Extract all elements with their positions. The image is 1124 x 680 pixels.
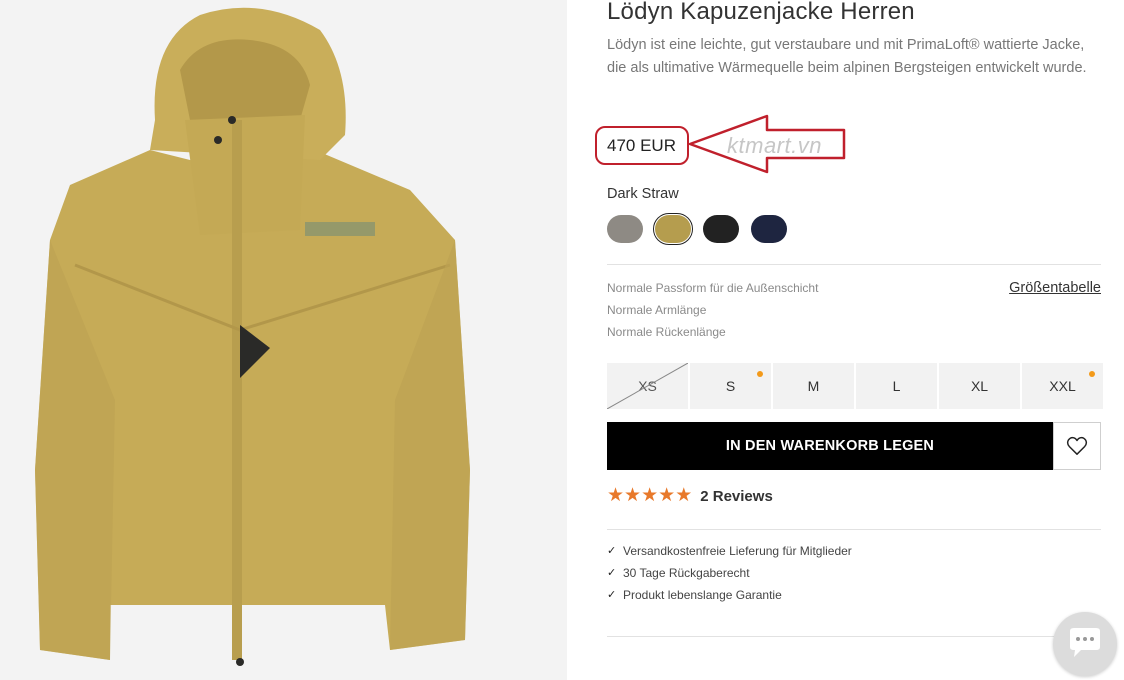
color-swatches: [607, 213, 787, 245]
product-image[interactable]: [0, 0, 567, 680]
size-option-xxl[interactable]: XXL: [1022, 363, 1103, 409]
chat-button[interactable]: [1053, 612, 1117, 676]
reviews-link[interactable]: 2 Reviews: [700, 488, 773, 505]
low-stock-indicator: [1089, 371, 1095, 377]
usp-list: ✓ Versandkostenfreie Lieferung für Mitgl…: [607, 540, 852, 606]
fit-item: Normale Armlänge: [607, 303, 707, 317]
jacket-illustration: [35, 7, 470, 666]
size-option-s[interactable]: S: [690, 363, 771, 409]
size-chart-link[interactable]: Größentabelle: [1009, 280, 1101, 296]
checkmark-icon: ✓: [607, 545, 617, 557]
color-swatch-dark-straw[interactable]: [653, 213, 693, 245]
size-option-xs[interactable]: XS: [607, 363, 688, 409]
fit-item: Normale Rückenlänge: [607, 325, 726, 339]
low-stock-indicator: [757, 371, 763, 377]
divider: [607, 636, 1101, 637]
heart-icon: [1066, 436, 1088, 455]
checkmark-icon: ✓: [607, 589, 617, 601]
size-option-xl[interactable]: XL: [939, 363, 1020, 409]
usp-item: ✓ Versandkostenfreie Lieferung für Mitgl…: [607, 540, 852, 562]
checkmark-icon: ✓: [607, 567, 617, 579]
usp-item: ✓ 30 Tage Rückgaberecht: [607, 562, 852, 584]
size-label: S: [725, 378, 736, 394]
add-to-cart-button[interactable]: IN DEN WARENKORB LEGEN: [607, 422, 1053, 470]
chat-bubble-icon: [1070, 628, 1100, 657]
divider: [607, 264, 1101, 265]
size-label: L: [892, 378, 901, 394]
star-icon: ★: [658, 485, 676, 506]
selected-color-label: Dark Straw: [607, 186, 679, 202]
product-title: Lödyn Kapuzenjacke Herren: [607, 0, 915, 25]
star-icon: ★: [641, 485, 659, 506]
product-price: 470 EUR: [607, 136, 676, 155]
size-label: M: [807, 378, 820, 394]
wishlist-button[interactable]: [1053, 422, 1101, 470]
star-icon: ★: [675, 485, 693, 506]
color-swatch-navy[interactable]: [751, 215, 787, 243]
color-swatch-black[interactable]: [703, 215, 739, 243]
divider: [607, 529, 1101, 530]
rating[interactable]: ★ ★ ★ ★ ★ 2 Reviews: [607, 486, 773, 506]
size-label: XL: [970, 378, 989, 394]
size-label: XXL: [1049, 378, 1076, 394]
fit-info-list: Normale Passform für die Außenschicht No…: [607, 277, 818, 343]
watermark: ktmart.vn: [727, 133, 822, 158]
size-selector: XS S M L XL XXL: [607, 363, 1103, 409]
star-icon: ★: [624, 485, 642, 506]
size-option-l[interactable]: L: [856, 363, 937, 409]
fit-item: Normale Passform für die Außenschicht: [607, 281, 819, 295]
unavailable-strike-icon: [607, 363, 688, 409]
size-option-m[interactable]: M: [773, 363, 854, 409]
color-swatch-grey[interactable]: [607, 215, 643, 243]
star-icon: ★: [607, 485, 625, 506]
usp-item: ✓ Produkt lebenslange Garantie: [607, 584, 852, 606]
product-description: Lödyn ist eine leichte, gut verstaubare …: [607, 37, 1087, 76]
